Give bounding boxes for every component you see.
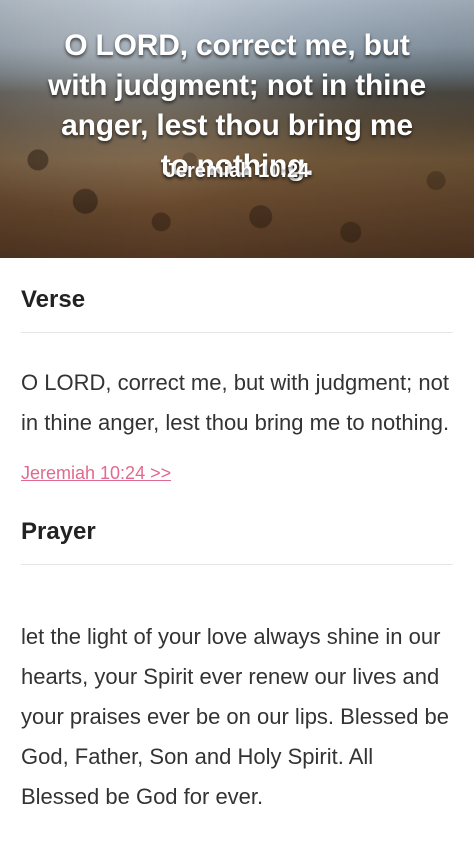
verse-text: O LORD, correct me, but with judgment; n…	[21, 370, 450, 435]
prayer-text: let the light of your love always shine …	[21, 624, 450, 809]
prayer-section-title: Prayer	[21, 518, 96, 545]
main-content: Verse O LORD, correct me, but with judgm…	[0, 286, 474, 817]
verse-section-title: Verse	[21, 286, 86, 313]
hero-reference: Jeremiah 10:24	[164, 160, 310, 182]
verse-divider	[21, 332, 453, 333]
hero-image: O LORD, correct me, but with judgment; n…	[0, 0, 474, 258]
verse-reference-link[interactable]: Jeremiah 10:24 >>	[21, 463, 171, 484]
prayer-divider	[21, 564, 453, 565]
